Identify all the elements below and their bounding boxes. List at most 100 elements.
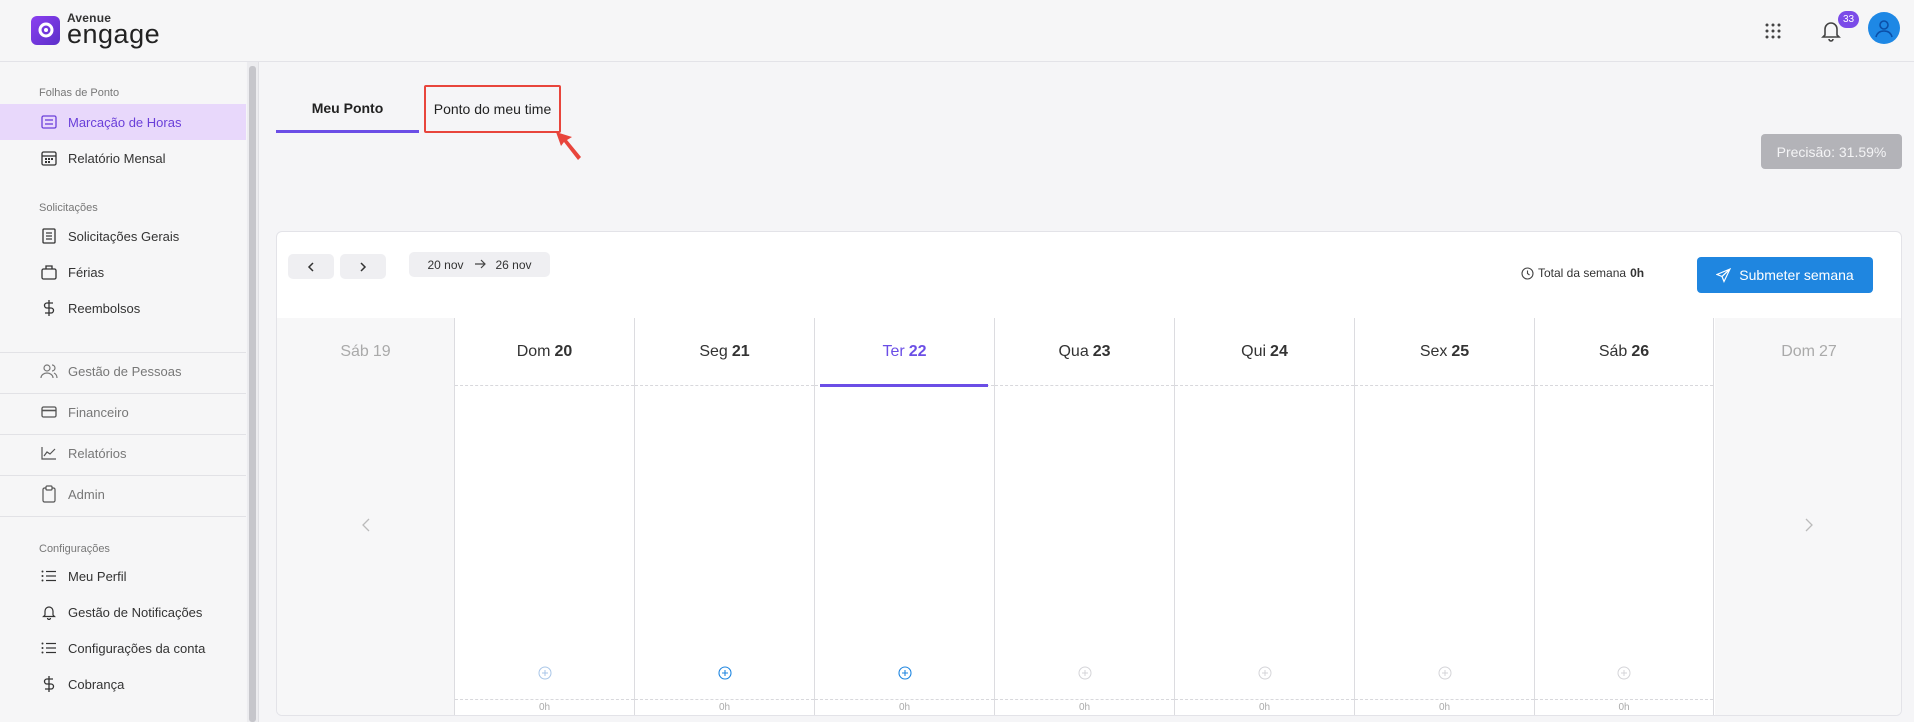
dollar-icon: [40, 675, 58, 693]
day-header: Ter 22: [815, 318, 994, 385]
chevron-left-icon[interactable]: [361, 518, 371, 537]
day-number: 24: [1270, 342, 1288, 360]
sidebar-item-label: Reembolsos: [68, 300, 141, 316]
add-entry-icon[interactable]: [717, 666, 732, 685]
chevron-right-icon[interactable]: [1804, 518, 1814, 537]
sidebar-item-relatorios[interactable]: Relatórios: [0, 435, 246, 471]
add-entry-icon[interactable]: [897, 666, 912, 685]
tab-meu-ponto[interactable]: Meu Ponto: [276, 85, 419, 133]
prev-week-button[interactable]: [288, 254, 334, 279]
sidebar-item-gestao-de-pessoas[interactable]: Gestão de Pessoas: [0, 353, 246, 389]
day-header: Qua 23: [995, 318, 1174, 385]
week-end: 26 nov: [495, 257, 532, 272]
sidebar-item-reembolsos[interactable]: Reembolsos: [0, 290, 246, 326]
day-header: Qui 24: [1175, 318, 1354, 385]
today-indicator: [820, 384, 988, 387]
sidebar-item-ferias[interactable]: Férias: [0, 254, 246, 290]
sidebar-item-label: Relatório Mensal: [68, 150, 166, 166]
add-entry-icon[interactable]: [1617, 666, 1631, 685]
sidebar-item-solicitacoes-gerais[interactable]: Solicitações Gerais: [0, 218, 246, 254]
day-column-prev[interactable]: Sáb 19: [277, 318, 454, 715]
day-column-next[interactable]: Dom 27: [1715, 318, 1901, 715]
day-name: Dom: [1781, 342, 1815, 360]
day-number: 19: [372, 342, 391, 360]
day-hours: 0h: [1438, 702, 1451, 713]
timesheet-card: 20 nov 26 nov Total da semana 0h Submete…: [276, 231, 1902, 716]
week-range[interactable]: 20 nov 26 nov: [409, 252, 550, 277]
day-name: Sex: [1419, 342, 1448, 360]
sidebar-item-relatorio-mensal[interactable]: Relatório Mensal: [0, 140, 246, 176]
card-icon: [40, 403, 58, 421]
week-start: 20 nov: [427, 257, 464, 272]
day-name: Sáb: [340, 342, 369, 360]
day-hours: 0h: [718, 702, 731, 713]
day-column[interactable]: Qua 23 0h: [994, 318, 1174, 715]
day-hours: 0h: [1618, 702, 1630, 713]
day-column[interactable]: Sex 25 0h: [1354, 318, 1534, 715]
sidebar: Folhas de Ponto Marcação de Horas Relató…: [0, 62, 246, 722]
calendar-icon: [40, 149, 58, 167]
pointer-arrow-icon: [554, 130, 584, 169]
day-header: Sex 25: [1355, 318, 1534, 385]
sidebar-divider: [0, 516, 246, 517]
sidebar-item-label: Relatórios: [68, 445, 127, 461]
add-entry-icon[interactable]: [538, 666, 552, 685]
sidebar-item-financeiro[interactable]: Financeiro: [0, 394, 246, 430]
day-header: Seg 21: [635, 318, 814, 385]
sidebar-item-label: Gestão de Notificações: [68, 604, 203, 620]
day-header: Dom 27: [1715, 318, 1901, 385]
list-icon: [40, 567, 58, 585]
chevron-right-icon: [360, 261, 367, 272]
day-column[interactable]: Sáb 26 0h: [1534, 318, 1714, 715]
day-column-today[interactable]: Ter 22 0h: [814, 318, 994, 715]
submit-week-button[interactable]: Submeter semana: [1697, 257, 1873, 293]
day-name: Dom: [516, 342, 551, 360]
send-icon: [1716, 267, 1732, 283]
section-title-configuracoes: Configurações: [39, 543, 110, 555]
sidebar-item-configuracoes-da-conta[interactable]: Configurações da conta: [0, 630, 246, 666]
scrollbar-thumb[interactable]: [249, 66, 256, 722]
day-number: 22: [908, 342, 927, 360]
sidebar-scrollbar[interactable]: [247, 62, 259, 722]
day-column[interactable]: Dom 20 0h: [454, 318, 634, 715]
next-week-button[interactable]: [340, 254, 386, 279]
week-total: Total da semana 0h: [1521, 266, 1644, 280]
app-logo[interactable]: Avenue engage: [31, 12, 160, 48]
top-bar: Avenue engage 33: [0, 0, 1914, 62]
sidebar-item-cobranca[interactable]: Cobrança: [0, 666, 246, 702]
add-entry-icon[interactable]: [1078, 666, 1092, 685]
tab-ponto-do-meu-time[interactable]: Ponto do meu time: [424, 85, 561, 133]
sidebar-item-label: Configurações da conta: [68, 640, 206, 656]
day-hours: 0h: [538, 702, 551, 713]
sidebar-item-label: Cobrança: [68, 676, 125, 692]
sidebar-item-meu-perfil[interactable]: Meu Perfil: [0, 558, 246, 594]
week-total-value: 0h: [1630, 266, 1645, 280]
sidebar-item-label: Admin: [68, 486, 105, 502]
chart-icon: [40, 444, 58, 462]
submit-week-label: Submeter semana: [1739, 267, 1854, 283]
user-avatar[interactable]: [1868, 12, 1900, 44]
day-header: Sáb 26: [1535, 318, 1713, 385]
sidebar-item-label: Meu Perfil: [68, 568, 127, 584]
sidebar-item-marcacao-de-horas[interactable]: Marcação de Horas: [0, 104, 246, 140]
sidebar-item-label: Férias: [68, 264, 105, 280]
sidebar-item-gestao-de-notificacoes[interactable]: Gestão de Notificações: [0, 594, 246, 630]
section-title-folhas: Folhas de Ponto: [39, 87, 120, 99]
add-entry-icon[interactable]: [1258, 666, 1272, 685]
day-hours: 0h: [898, 702, 911, 713]
day-name: Seg: [699, 342, 728, 360]
day-header: Sáb 19: [277, 318, 454, 385]
precision-badge: Precisão: 31.59%: [1761, 134, 1902, 169]
section-title-solicitacoes: Solicitações: [39, 202, 98, 214]
apps-grid-icon[interactable]: [1764, 22, 1782, 45]
add-entry-icon[interactable]: [1438, 666, 1452, 685]
day-column[interactable]: Qui 24 0h: [1174, 318, 1354, 715]
day-number: 20: [554, 342, 573, 360]
sidebar-item-admin[interactable]: Admin: [0, 476, 246, 512]
logo-mark-icon: [31, 15, 60, 45]
bell-icon: [40, 603, 58, 621]
day-number: 26: [1631, 342, 1650, 360]
day-column[interactable]: Seg 21 0h: [634, 318, 814, 715]
day-number: 25: [1451, 342, 1470, 360]
form-icon: [40, 227, 58, 245]
